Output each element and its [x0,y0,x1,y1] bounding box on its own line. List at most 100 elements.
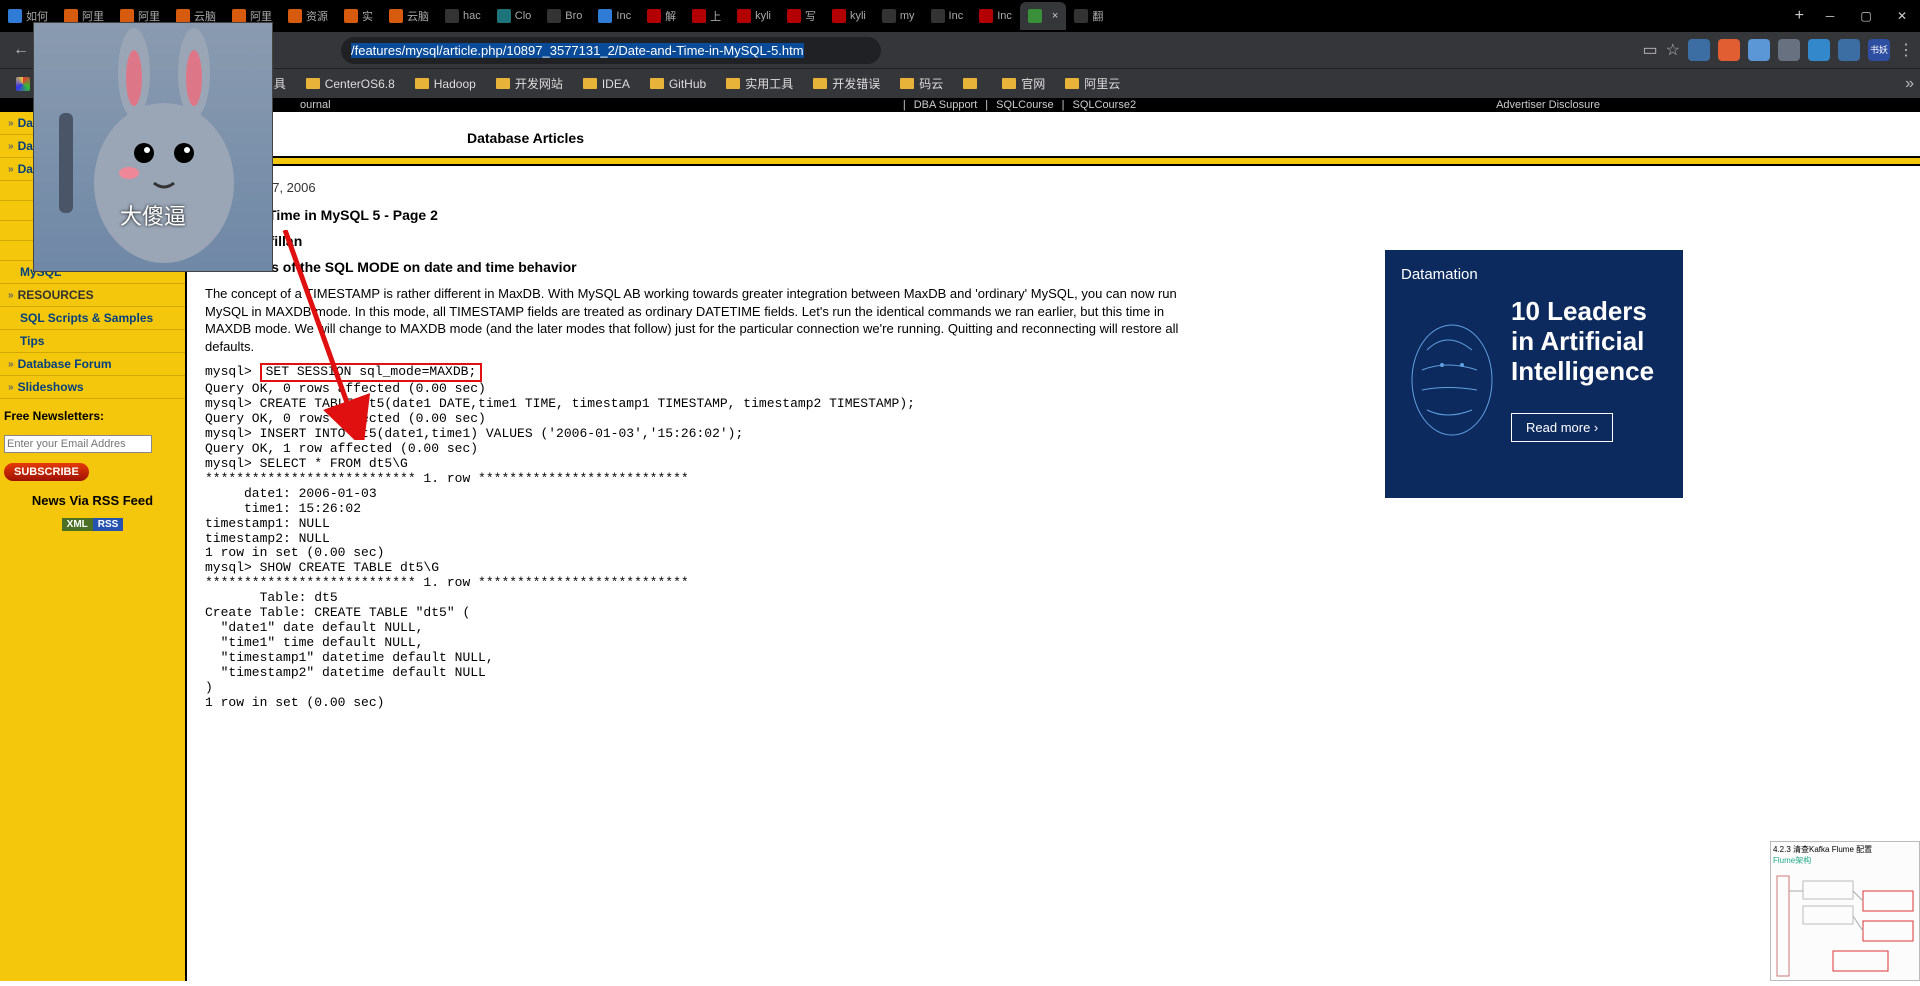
breadcrumb: Database Articles [187,112,1920,156]
sidebar-item-scripts[interactable]: SQL Scripts & Samples [0,307,185,330]
bookmark-overflow[interactable]: » [1905,75,1914,93]
browser-tab[interactable]: hac [437,2,489,30]
browser-tab[interactable]: Bro [539,2,590,30]
tab-label: 翻 [1092,8,1103,24]
nav-sqlcourse[interactable]: SQLCourse [996,99,1053,111]
star-icon[interactable]: ☆ [1666,40,1680,60]
browser-tab[interactable]: 写 [779,2,824,30]
annotation-arrow [275,230,375,440]
address-bar[interactable]: /features/mysql/article.php/10897_357713… [341,37,881,64]
extension-icon-1[interactable] [1688,39,1710,61]
bookmark-item[interactable]: CenterOS6.8 [296,75,405,92]
folder-icon [900,78,914,89]
sidebar-ad[interactable]: Datamation 10 Leaders in Artificial Inte… [1385,250,1683,498]
tab-favicon [64,9,78,23]
sidebar-item-forum[interactable]: »Database Forum [0,353,185,376]
advertiser-disclosure[interactable]: Advertiser Disclosure [1496,99,1600,111]
bookmark-item[interactable]: 开发网站 [486,75,573,92]
browser-tab[interactable]: 解 [639,2,684,30]
tab-favicon [882,9,896,23]
browser-tab[interactable]: Inc [590,2,639,30]
bookmark-item[interactable] [953,75,992,92]
extension-icon-4[interactable] [1778,39,1800,61]
tab-favicon [288,9,302,23]
folder-icon [583,78,597,89]
bookmark-item[interactable]: 官网 [992,75,1055,92]
sidebar-item-label: Da [18,139,33,153]
sidebar-item-resources[interactable]: »RESOURCES [0,284,185,307]
newsletter-block: Free Newsletters: SUBSCRIBE News Via RSS… [0,399,185,540]
tab-favicon [1028,9,1042,23]
subscribe-button[interactable]: SUBSCRIBE [4,463,89,481]
bookmark-label: Hadoop [434,77,476,91]
bookmark-label: 实用工具 [745,75,793,92]
bookmark-item[interactable]: IDEA [573,75,640,92]
bookmark-item[interactable]: 开发错误 [803,75,890,92]
bookmark-item[interactable]: 实用工具 [716,75,803,92]
maximize-button[interactable]: ▢ [1848,2,1884,30]
nav-dba[interactable]: DBA Support [914,99,978,111]
sidebar-item-slideshows[interactable]: »Slideshows [0,376,185,399]
rss-badge[interactable]: XMLRSS [62,516,124,530]
tab-close-icon[interactable]: × [1052,10,1058,22]
tab-label: kyli [850,10,866,22]
extension-icon-6[interactable] [1838,39,1860,61]
folder-icon [306,78,320,89]
tab-label: 实 [362,8,373,24]
extension-icon-2[interactable] [1718,39,1740,61]
sidebar-item-tips[interactable]: Tips [0,330,185,353]
tab-label: Bro [565,10,582,22]
newsletter-email-input[interactable] [4,435,152,453]
address-text: /features/mysql/article.php/10897_357713… [351,43,804,58]
extension-icon-3[interactable] [1748,39,1770,61]
menu-icon[interactable]: ⋮ [1898,40,1914,60]
nav-sqlcourse2[interactable]: SQLCourse2 [1072,99,1136,111]
browser-tab[interactable]: 实 [336,2,381,30]
browser-tab[interactable]: kyli [729,2,779,30]
tab-label: 云脑 [407,8,429,24]
extension-icon-7[interactable]: 书妖 [1868,39,1890,61]
tab-label: 上 [710,8,721,24]
browser-tab[interactable]: my [874,2,923,30]
bookmark-label: CenterOS6.8 [325,77,395,91]
browser-toolbar: ← → ⟳ /features/mysql/article.php/10897_… [0,32,1920,68]
extension-icon-5[interactable] [1808,39,1830,61]
bookmark-label: 开发错误 [832,75,880,92]
close-window-button[interactable]: ✕ [1884,2,1920,30]
ad-cta-button[interactable]: Read more › [1511,413,1613,442]
minimize-button[interactable]: ─ [1812,2,1848,30]
folder-icon [496,78,510,89]
browser-tab[interactable]: 上 [684,2,729,30]
browser-tab[interactable]: Clo [489,2,540,30]
browser-tab[interactable]: Inc [923,2,972,30]
back-button[interactable]: ← [6,35,36,65]
translate-icon[interactable]: ▭ [1643,40,1658,60]
tab-favicon [647,9,661,23]
article-title: Date and Time in MySQL 5 - Page 2 [205,207,1902,223]
nav-journal[interactable]: ournal [300,99,331,111]
bookmark-item[interactable]: 阿里云 [1055,75,1130,92]
bookmark-bar: 谷歌工具Tomcat开发工具CenterOS6.8Hadoop开发网站IDEAG… [0,68,1920,98]
new-tab-button[interactable]: + [1787,7,1812,25]
folder-icon [1002,78,1016,89]
browser-tab[interactable]: 资源 [280,2,336,30]
tab-favicon [547,9,561,23]
toolbar-right: ▭ ☆ 书妖 ⋮ [1643,39,1914,61]
browser-tab[interactable]: 云脑 [381,2,437,30]
browser-tab[interactable]: kyli [824,2,874,30]
tab-label: Inc [616,10,631,22]
folder-icon [813,78,827,89]
tab-favicon [120,9,134,23]
browser-tab[interactable]: × [1020,2,1066,30]
browser-tab[interactable]: Inc [971,2,1020,30]
bookmark-label: 阿里云 [1084,75,1120,92]
preview-subtitle: Flume架构 [1773,855,1917,866]
bookmark-item[interactable]: 码云 [890,75,953,92]
folder-icon [650,78,664,89]
browser-tab[interactable]: 翻 [1066,2,1111,30]
floating-preview-panel[interactable]: 4.2.3 清查Kafka Flume 配置 Flume架构 [1770,841,1920,981]
tab-favicon [445,9,459,23]
bookmark-item[interactable]: Hadoop [405,75,486,92]
bookmark-item[interactable]: GitHub [640,75,716,92]
tab-favicon [176,9,190,23]
